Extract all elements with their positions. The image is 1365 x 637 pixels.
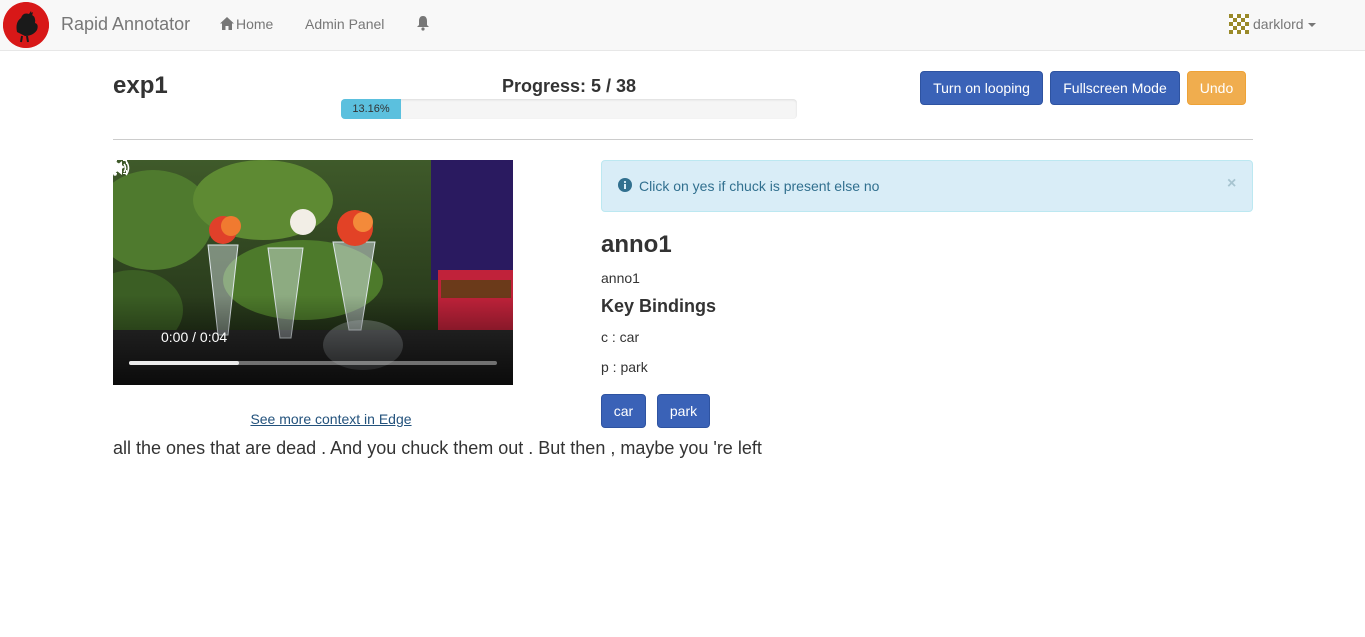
username: darklord (1253, 16, 1304, 32)
turn-on-looping-button[interactable]: Turn on looping (920, 71, 1043, 105)
logo-rooster-icon[interactable] (3, 2, 49, 48)
navbar: Rapid Annotator Home Admin Panel darklor… (0, 0, 1365, 51)
divider (113, 139, 1253, 140)
annotation-title: anno1 (601, 231, 672, 258)
nav-home-link[interactable]: Home (220, 16, 273, 32)
video-seekbar[interactable] (129, 361, 497, 365)
chevron-down-icon (1308, 23, 1316, 27)
undo-button[interactable]: Undo (1187, 71, 1246, 105)
video-time: 0:00 / 0:04 (161, 329, 228, 345)
experiment-title: exp1 (113, 72, 168, 99)
progress-label: Progress: 5 / 38 (501, 76, 637, 96)
info-icon (618, 178, 632, 192)
close-icon[interactable]: × (1227, 175, 1236, 193)
label-park-button[interactable]: park (657, 394, 710, 428)
avatar (1229, 14, 1249, 34)
fullscreen-mode-button[interactable]: Fullscreen Mode (1050, 71, 1180, 105)
info-alert: Click on yes if chuck is present else no… (601, 160, 1253, 212)
video-player[interactable]: 0:00 / 0:04 (113, 160, 513, 385)
more-options-icon[interactable] (113, 160, 117, 176)
home-icon (220, 17, 234, 30)
video-frame (113, 160, 513, 385)
alert-text: Click on yes if chuck is present else no (639, 178, 880, 194)
brand-title[interactable]: Rapid Annotator (61, 14, 190, 35)
bell-icon[interactable] (415, 15, 431, 31)
key-bindings-title: Key Bindings (601, 296, 717, 316)
transcript-caption: all the ones that are dead . And you chu… (113, 438, 762, 458)
progress-fill: 13.16% (341, 99, 401, 119)
video-seekbar-fill (129, 361, 240, 365)
key-binding-item: p : park (601, 359, 648, 375)
progress-bar: 13.16% (341, 99, 797, 119)
see-more-context-link[interactable]: See more context in Edge (113, 411, 549, 427)
key-binding-item: c : car (601, 329, 640, 345)
nav-admin-link[interactable]: Admin Panel (305, 16, 384, 32)
annotation-subtitle: anno1 (601, 270, 640, 286)
nav-home-label: Home (236, 16, 274, 32)
label-car-button[interactable]: car (601, 394, 646, 428)
